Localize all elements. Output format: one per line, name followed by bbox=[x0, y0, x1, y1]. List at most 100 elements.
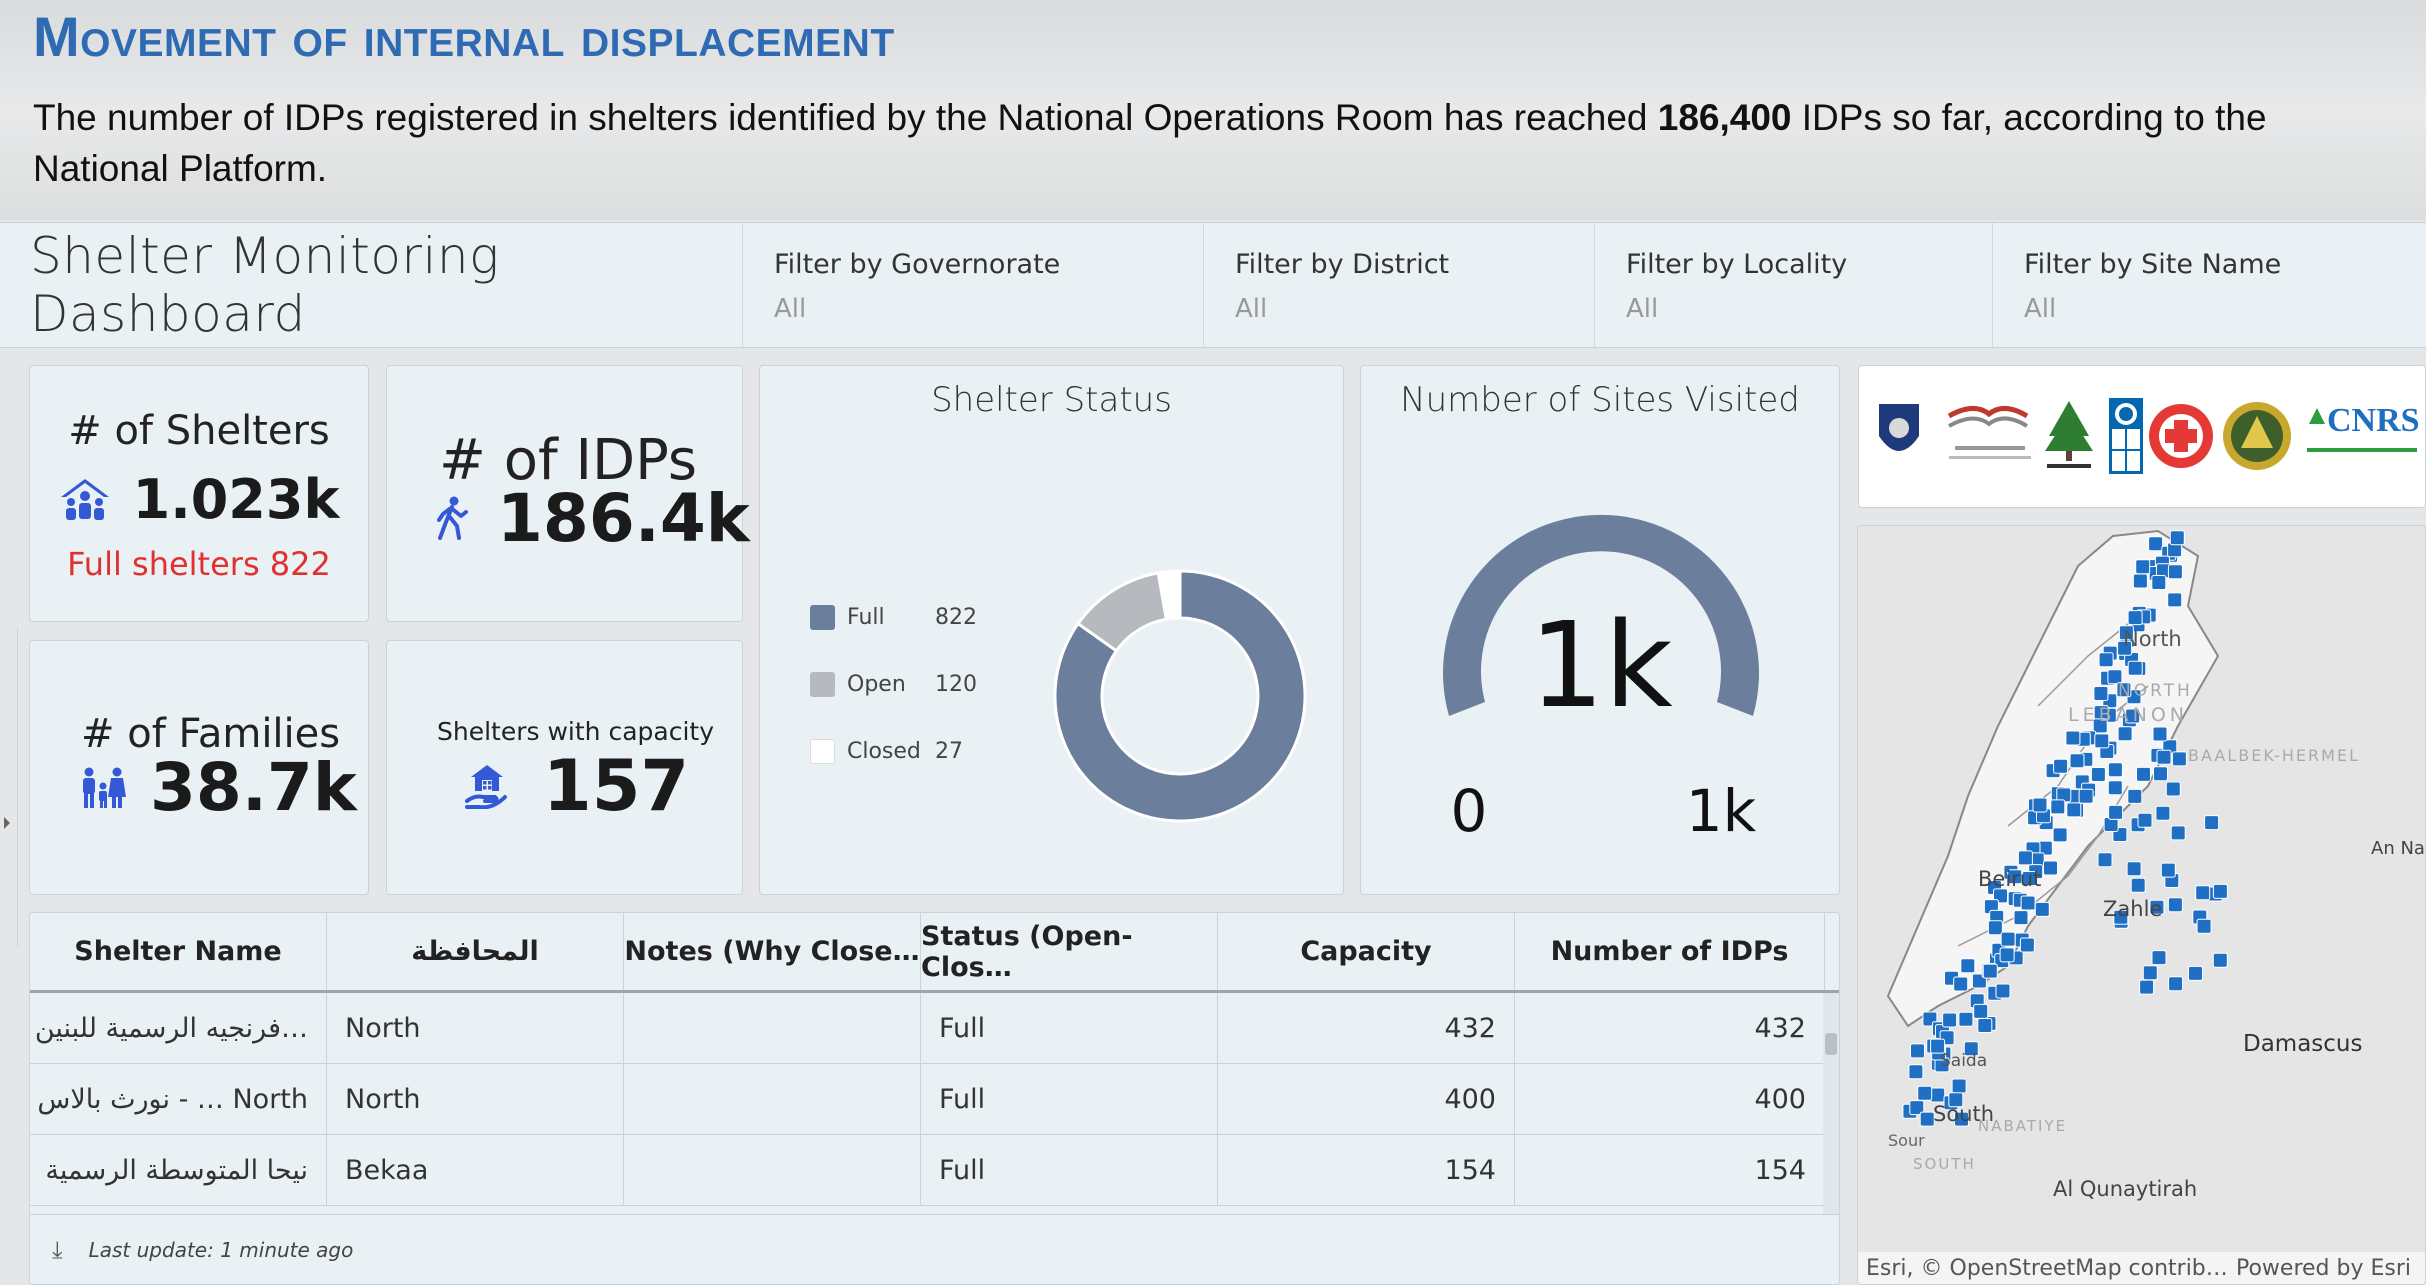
table-row[interactable]: نيحا المتوسطة الرسمية Bekaa Full 154 154 bbox=[30, 1135, 1839, 1206]
shelter-pin[interactable] bbox=[1973, 1003, 1989, 1019]
shelter-pin[interactable] bbox=[1908, 1064, 1924, 1080]
filter-site-name-value[interactable]: All bbox=[2024, 294, 2426, 324]
shelter-pin[interactable] bbox=[2165, 781, 2181, 797]
shelter-pin[interactable] bbox=[2168, 976, 2184, 992]
map-powered-by[interactable]: Powered by Esri bbox=[2236, 1256, 2411, 1281]
shelter-pin[interactable] bbox=[1951, 1078, 1967, 1094]
filter-locality[interactable]: Filter by Locality All bbox=[1594, 223, 1992, 347]
shelter-pin[interactable] bbox=[2053, 758, 2069, 774]
shelter-pin[interactable] bbox=[2032, 797, 2048, 813]
shelter-pin[interactable] bbox=[2196, 918, 2212, 934]
map-attribution[interactable]: Esri, © OpenStreetMap contrib… bbox=[1866, 1256, 2228, 1281]
shelter-pin[interactable] bbox=[2152, 726, 2168, 742]
shelter-pin[interactable] bbox=[2098, 652, 2114, 668]
shelter-pin[interactable] bbox=[2136, 766, 2151, 782]
shelter-pin[interactable] bbox=[2127, 610, 2143, 626]
filter-governorate[interactable]: Filter by Governorate All bbox=[742, 223, 1203, 347]
shelter-pin[interactable] bbox=[1930, 1087, 1946, 1103]
shelter-pin[interactable] bbox=[2052, 827, 2068, 843]
shelter-status-donut[interactable] bbox=[1030, 546, 1330, 846]
side-panel-toggle[interactable] bbox=[0, 627, 18, 947]
shelter-pin[interactable] bbox=[2117, 726, 2133, 742]
shelter-pin[interactable] bbox=[2156, 749, 2172, 765]
shelter-pin[interactable] bbox=[2090, 767, 2106, 782]
shelter-pin[interactable] bbox=[2167, 592, 2183, 608]
shelter-pin[interactable] bbox=[1977, 1018, 1993, 1033]
shelter-pin[interactable] bbox=[2069, 753, 2085, 769]
shelter-pin[interactable] bbox=[2151, 575, 2167, 590]
shelter-pin[interactable] bbox=[2167, 897, 2183, 913]
column-header-number-of-idps[interactable]: Number of IDPs bbox=[1515, 913, 1825, 990]
shelter-pin[interactable] bbox=[2066, 802, 2082, 818]
column-header-notes[interactable]: Notes (Why Close… bbox=[624, 913, 921, 990]
shelter-pin[interactable] bbox=[2094, 733, 2110, 749]
shelter-pin[interactable] bbox=[2000, 931, 2016, 947]
shelter-pin[interactable] bbox=[2188, 965, 2203, 981]
filter-governorate-value[interactable]: All bbox=[774, 294, 1203, 324]
shelter-pin[interactable] bbox=[1982, 963, 1998, 979]
shelter-pin[interactable] bbox=[2139, 979, 2155, 995]
shelter-pin[interactable] bbox=[2019, 937, 2035, 953]
shelter-pin[interactable] bbox=[1995, 983, 2011, 999]
shelter-pin[interactable] bbox=[2155, 805, 2171, 821]
filter-locality-value[interactable]: All bbox=[1626, 294, 1992, 324]
shelter-pin[interactable] bbox=[2195, 885, 2211, 901]
legend-item-closed[interactable]: Closed 27 bbox=[810, 718, 977, 785]
shelter-pin[interactable] bbox=[2043, 860, 2058, 876]
shelter-pin[interactable] bbox=[2160, 862, 2176, 878]
shelter-pin[interactable] bbox=[2108, 804, 2124, 820]
shelter-pin[interactable] bbox=[2130, 877, 2146, 893]
shelter-pin[interactable] bbox=[2170, 825, 2186, 841]
shelter-pin[interactable] bbox=[2107, 762, 2123, 778]
shelter-pin[interactable] bbox=[1910, 1043, 1925, 1059]
legend-item-full[interactable]: Full 822 bbox=[810, 584, 977, 651]
shelter-pin[interactable] bbox=[2148, 536, 2164, 552]
legend-item-open[interactable]: Open 120 bbox=[810, 651, 977, 718]
shelter-pin[interactable] bbox=[1987, 920, 2003, 936]
shelter-pin[interactable] bbox=[1958, 1011, 1974, 1027]
filter-site-name[interactable]: Filter by Site Name All bbox=[1992, 223, 2426, 347]
column-header-governorate[interactable]: المحافظة bbox=[327, 913, 624, 990]
shelter-pin[interactable] bbox=[2212, 883, 2228, 899]
shelter-pin[interactable] bbox=[1917, 1085, 1933, 1101]
shelter-pin[interactable] bbox=[2127, 660, 2143, 676]
shelter-pin[interactable] bbox=[2034, 901, 2050, 917]
shelter-pin[interactable] bbox=[1953, 976, 1969, 992]
table-row[interactable]: …فرنجيه الرسمية للبنين North Full 432 43… bbox=[30, 993, 1839, 1064]
map-canvas[interactable]: North NORTH LEBANON BAALBEK-HERMEL Beiru… bbox=[1858, 526, 2426, 1254]
shelter-pin[interactable] bbox=[2135, 559, 2151, 575]
shelter-pin[interactable] bbox=[2065, 730, 2081, 746]
column-header-capacity[interactable]: Capacity bbox=[1218, 913, 1515, 990]
shelter-pin[interactable] bbox=[2097, 852, 2113, 868]
shelter-pin[interactable] bbox=[2126, 861, 2142, 877]
shelter-pin[interactable] bbox=[1999, 947, 2015, 963]
table-scrollbar-thumb[interactable] bbox=[1825, 1033, 1837, 1055]
shelter-pin[interactable] bbox=[2093, 686, 2109, 701]
column-header-shelter-name[interactable]: Shelter Name bbox=[30, 913, 327, 990]
download-icon[interactable]: ⤓ bbox=[52, 1236, 63, 1264]
shelter-pin[interactable] bbox=[1942, 1012, 1958, 1028]
shelter-pin[interactable] bbox=[2078, 788, 2094, 804]
shelter-pin[interactable] bbox=[2171, 751, 2187, 767]
shelter-pin[interactable] bbox=[2137, 812, 2153, 828]
shelter-pin[interactable] bbox=[2167, 564, 2183, 580]
shelter-pin[interactable] bbox=[2142, 965, 2158, 981]
shelter-pin[interactable] bbox=[2153, 766, 2168, 782]
shelter-pin[interactable] bbox=[2050, 799, 2066, 815]
shelter-pin[interactable] bbox=[2132, 573, 2148, 589]
shelter-pin[interactable] bbox=[2107, 780, 2123, 796]
filter-district[interactable]: Filter by District All bbox=[1203, 223, 1594, 347]
column-header-status[interactable]: Status (Open-Clos… bbox=[921, 913, 1218, 990]
filter-district-value[interactable]: All bbox=[1235, 294, 1594, 324]
shelter-map[interactable]: North NORTH LEBANON BAALBEK-HERMEL Beiru… bbox=[1857, 525, 2426, 1285]
shelter-pin[interactable] bbox=[2127, 788, 2143, 804]
shelter-pin[interactable] bbox=[2017, 850, 2033, 866]
shelter-pin[interactable] bbox=[1960, 958, 1976, 974]
shelter-pin[interactable] bbox=[2013, 910, 2029, 926]
shelter-pin[interactable] bbox=[2212, 952, 2228, 968]
table-scrollbar[interactable] bbox=[1823, 993, 1839, 1218]
shelter-pin[interactable] bbox=[2204, 815, 2220, 831]
shelter-pin[interactable] bbox=[2169, 530, 2185, 546]
shelter-pin[interactable] bbox=[2020, 895, 2036, 911]
shelter-pin[interactable] bbox=[2151, 950, 2167, 966]
